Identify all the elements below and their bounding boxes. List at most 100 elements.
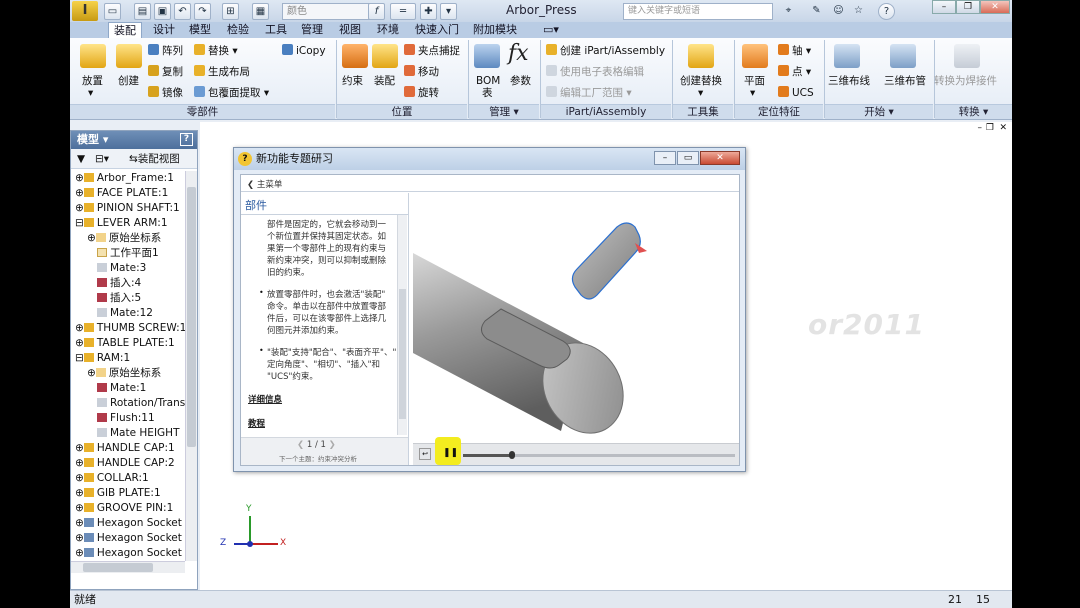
browser-horizontal-scrollbar[interactable]: [71, 561, 185, 573]
dialog-maximize-button[interactable]: ▭: [677, 151, 699, 165]
tab-model[interactable]: 模型: [184, 22, 216, 38]
redo-icon[interactable]: ↷: [194, 3, 211, 20]
thickness-icon[interactable]: ═: [390, 3, 416, 20]
app-logo-icon[interactable]: I: [72, 1, 98, 21]
scroll-thumb[interactable]: [187, 187, 196, 447]
tree-item[interactable]: ⊕ 原始坐标系: [87, 231, 161, 246]
dropdown-icon[interactable]: ▾: [440, 3, 457, 20]
page-indicator[interactable]: ❮ 1 / 1 ❯: [297, 440, 336, 450]
tree-item[interactable]: ⊕ THUMB SCREW:1: [75, 321, 185, 336]
tab-manage[interactable]: 管理: [296, 22, 328, 38]
axis-button[interactable]: 轴 ▾: [778, 44, 811, 58]
text-scrollbar[interactable]: [397, 215, 407, 435]
create-ipart-button[interactable]: 创建 iPart/iAssembly: [546, 44, 665, 58]
tree-item[interactable]: ⊕ FACE PLATE:1: [75, 186, 168, 201]
tree-item[interactable]: ⊕ PINION SHAFT:1: [75, 201, 180, 216]
components-panel-label[interactable]: 零部件: [70, 104, 335, 119]
tree-item[interactable]: ⊕ Arbor_Frame:1: [75, 171, 174, 186]
person-icon[interactable]: ☺: [830, 3, 847, 20]
search-input[interactable]: 键入关键字或短语: [623, 3, 773, 20]
tree-item[interactable]: ⊕ Hexagon Socket H: [75, 546, 185, 561]
main-menu-link[interactable]: ❮ 主菜单: [247, 178, 282, 190]
rotate-button[interactable]: 旋转: [404, 86, 439, 100]
tube-pipe-button[interactable]: 三维布管: [884, 74, 926, 88]
undo-icon[interactable]: ↶: [174, 3, 191, 20]
tutorial-link[interactable]: 教程: [248, 417, 265, 429]
replace-button[interactable]: 替换 ▾: [194, 44, 238, 58]
tree-item[interactable]: ⊕ 原始坐标系: [87, 366, 161, 381]
dialog-close-button[interactable]: ✕: [700, 151, 740, 165]
tree-item[interactable]: ⊟ RAM:1: [75, 351, 130, 366]
open-icon[interactable]: ▤: [134, 3, 151, 20]
place-dropdown-icon[interactable]: ▾: [88, 86, 93, 100]
help-icon[interactable]: ?: [878, 3, 895, 20]
pause-icon[interactable]: ❚❚: [443, 448, 458, 458]
tree-item[interactable]: 插入:5: [97, 291, 141, 306]
create-button[interactable]: 创建: [118, 74, 139, 88]
position-panel-label[interactable]: 位置: [337, 104, 467, 119]
color-select[interactable]: 颜色: [282, 3, 374, 20]
dialog-minimize-button[interactable]: –: [654, 151, 676, 165]
progress-thumb[interactable]: [509, 451, 515, 459]
filter-icon[interactable]: ▼: [77, 149, 85, 169]
scroll-thumb[interactable]: [399, 289, 406, 419]
scroll-thumb[interactable]: [83, 563, 153, 572]
tab-environments[interactable]: 环境: [372, 22, 404, 38]
prev-page-icon[interactable]: ❮: [297, 440, 307, 450]
tree-item[interactable]: ⊕ COLLAR:1: [75, 471, 149, 486]
substitute-dropdown-icon[interactable]: ▾: [698, 86, 703, 100]
work-features-panel-label[interactable]: 定位特征: [735, 104, 823, 119]
minimize-button[interactable]: –: [932, 0, 956, 14]
tree-item[interactable]: Flush:11: [97, 411, 155, 426]
mirror-button[interactable]: 镜像: [148, 86, 183, 100]
tree-item[interactable]: Rotation/Transl: [97, 396, 185, 411]
save-icon[interactable]: ▣: [154, 3, 171, 20]
manage-panel-label[interactable]: 管理 ▾: [469, 104, 539, 119]
tree-item[interactable]: ⊟ LEVER ARM:1: [75, 216, 168, 231]
tree-item[interactable]: ⊕ Hexagon Socket H: [75, 516, 185, 531]
hierarchy-icon[interactable]: ⊟▾: [95, 149, 109, 169]
icopy-button[interactable]: iCopy: [282, 44, 326, 58]
browser-help-icon[interactable]: ?: [180, 133, 193, 146]
function-icon[interactable]: f: [368, 3, 385, 20]
view-close-icon[interactable]: ✕: [999, 123, 1007, 133]
constrain-button[interactable]: 约束: [342, 74, 363, 88]
tools-icon[interactable]: ✎: [808, 3, 825, 20]
convert-panel-label[interactable]: 转换 ▾: [935, 104, 1012, 119]
star-icon[interactable]: ☆: [850, 3, 867, 20]
tree-item[interactable]: ⊕ HANDLE CAP:1: [75, 441, 175, 456]
tab-get-started[interactable]: 快速入门: [410, 22, 464, 38]
tree-item[interactable]: ⊕ HANDLE CAP:2: [75, 456, 175, 471]
tab-inspect[interactable]: 检验: [222, 22, 254, 38]
convert-weldment-button[interactable]: 转换为焊接件: [934, 74, 997, 88]
tree-item[interactable]: Mate:3: [97, 261, 146, 276]
assemble-button[interactable]: 装配: [374, 74, 395, 88]
details-link[interactable]: 详细信息: [248, 393, 282, 405]
ucs-button[interactable]: UCS: [778, 86, 814, 100]
tab-assemble[interactable]: 装配: [108, 22, 142, 39]
tree-item[interactable]: ⊕ TABLE PLATE:1: [75, 336, 175, 351]
ribbon-options-icon[interactable]: ▭▾: [538, 22, 564, 38]
tree-item[interactable]: Mate:1: [97, 381, 146, 396]
edit-spreadsheet-button[interactable]: 使用电子表格编辑: [546, 65, 644, 79]
assembly-view-button[interactable]: ⇆装配视图: [129, 149, 180, 169]
view-restore-icon[interactable]: ❐: [986, 123, 994, 133]
tab-design[interactable]: 设计: [148, 22, 180, 38]
point-button[interactable]: 点 ▾: [778, 65, 811, 79]
move-button[interactable]: 移动: [404, 65, 439, 79]
browser-header[interactable]: 模型 ▾ ?: [71, 131, 197, 149]
maximize-button[interactable]: ❐: [956, 0, 980, 14]
next-topic-link[interactable]: 下一个主题：约束冲突分析: [279, 453, 357, 463]
cable-harness-button[interactable]: 三维布线: [828, 74, 870, 88]
tab-view[interactable]: 视图: [334, 22, 366, 38]
begin-panel-label[interactable]: 开始 ▾: [825, 104, 933, 119]
tree-item[interactable]: ⊕ GROOVE PIN:1: [75, 501, 173, 516]
tree-item[interactable]: 工作平面1: [97, 246, 159, 261]
make-layout-button[interactable]: 生成布局: [194, 65, 250, 79]
select-icon[interactable]: ⊞: [222, 3, 239, 20]
pattern-button[interactable]: 阵列: [148, 44, 183, 58]
tab-add-ins[interactable]: 附加模块: [468, 22, 522, 38]
view-minimize-icon[interactable]: –: [978, 123, 983, 133]
productivity-panel-label[interactable]: 工具集: [673, 104, 733, 119]
next-page-icon[interactable]: ❯: [326, 440, 336, 450]
